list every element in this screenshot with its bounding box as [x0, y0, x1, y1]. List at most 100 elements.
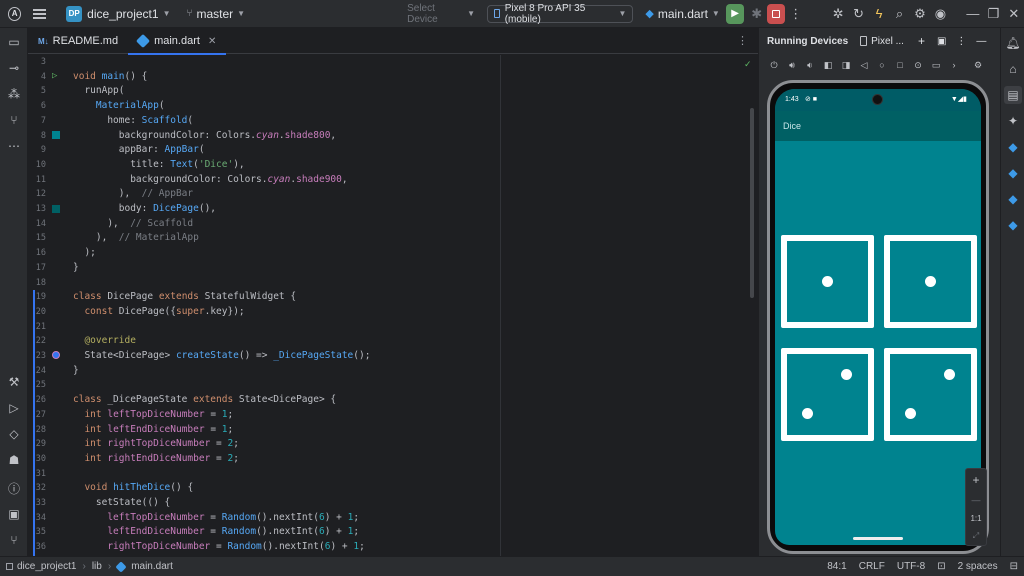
run-config-selector[interactable]: ◆ main.dart ▼ — [639, 0, 725, 28]
project-folder-icon[interactable]: ▭ — [4, 32, 24, 52]
line-number: 30 — [35, 453, 46, 464]
hot-restart-icon[interactable]: ↻ — [848, 3, 868, 25]
zoom-in-button[interactable]: + — [972, 473, 979, 487]
build-icon[interactable]: ⚒ — [4, 372, 24, 392]
die-pip — [925, 276, 936, 287]
commit-icon[interactable]: ⊸ — [4, 58, 24, 78]
gesture-nav-bar[interactable] — [853, 537, 903, 540]
chevron-down-icon: ▼ — [467, 9, 476, 18]
override-gutter-icon[interactable] — [52, 351, 60, 359]
run-tool-icon[interactable]: ▷ — [4, 398, 24, 418]
zoom-actual-size-button[interactable]: 1:1 — [970, 514, 981, 523]
project-selector[interactable]: DP dice_project1 ▼ — [60, 0, 176, 28]
settings-gear-icon[interactable]: ⚙ — [910, 3, 930, 25]
running-devices-tool-icon[interactable]: ▤ — [1004, 86, 1022, 104]
notifications-icon[interactable]: 🔔︎ — [1004, 34, 1022, 52]
tab-readme[interactable]: M↓ README.md — [28, 28, 128, 54]
read-only-toggle-icon[interactable]: ⊟ — [1004, 561, 1024, 572]
lock-icon[interactable]: ⊡ — [931, 561, 951, 572]
record-icon[interactable]: ▭ — [927, 60, 945, 71]
die-left-top[interactable] — [781, 235, 874, 328]
power-icon[interactable]: ⏻ — [765, 60, 783, 71]
resource-manager-icon[interactable]: ⁂ — [4, 84, 24, 104]
hot-reload-icon[interactable]: ϟ — [869, 3, 889, 25]
status-bar: dice_project1 › lib › main.dart 84:1 CRL… — [0, 556, 1024, 576]
hide-panel-icon[interactable]: — — [976, 36, 986, 47]
breadcrumb-file[interactable]: main.dart — [131, 561, 173, 572]
run-gutter-icon[interactable]: ▷ — [52, 72, 60, 81]
more-options-icon[interactable]: ⋮ — [785, 3, 805, 25]
code-area[interactable]: void main() { runApp( MaterialApp( home:… — [73, 55, 753, 556]
line-number-gutter: ▷ 3 4 5 6 7 8 9 10 11 12 13 14 15 16 17 18 19 20 21 22 23 24 2… — [28, 55, 68, 556]
more-tools-icon[interactable]: ⋯ — [4, 136, 24, 156]
logcat-icon[interactable]: ☗ — [4, 450, 24, 470]
debug-icon[interactable]: ✱ — [746, 3, 766, 25]
flutter-performance-icon[interactable]: ◆ — [1004, 164, 1022, 182]
tab-main-dart[interactable]: main.dart ✕ — [128, 28, 227, 55]
bug-icon[interactable]: ✲ — [828, 3, 848, 25]
flutter-outline-icon[interactable]: ◆ — [1004, 190, 1022, 208]
line-number: 15 — [35, 233, 46, 244]
die-left-bottom[interactable] — [781, 348, 874, 441]
terminal-icon[interactable]: ▣ — [4, 504, 24, 524]
editor-scrollbar[interactable] — [750, 108, 754, 298]
flutter-devtools-icon[interactable]: ◆ — [1004, 216, 1022, 234]
indent-setting[interactable]: 2 spaces — [952, 561, 1004, 572]
line-number: 11 — [35, 174, 46, 185]
window-layout-icon[interactable]: ▣ — [937, 36, 946, 47]
zoom-controls: + — 1:1 ⤢ — [965, 468, 987, 546]
device-screen[interactable]: 1:43 ⊘ ■ ▼◢▮ Dice — [775, 89, 981, 545]
main-menu-icon[interactable] — [33, 8, 47, 19]
device-selector[interactable]: Pixel 8 Pro API 35 (mobile) ▼ — [487, 3, 634, 25]
overview-icon[interactable]: □ — [891, 60, 909, 70]
branch-selector[interactable]: ⑂ master ▼ — [180, 0, 251, 28]
close-tab-icon[interactable]: ✕ — [208, 36, 216, 47]
flutter-inspector-icon[interactable]: ◆ — [1004, 138, 1022, 156]
minimize-window-icon[interactable]: — — [963, 3, 983, 25]
select-device-dropdown[interactable]: Select Device ▼ — [401, 0, 481, 28]
tabs-menu-icon[interactable]: ⋮ — [727, 28, 758, 53]
die-right-top[interactable] — [884, 235, 977, 328]
gemini-icon[interactable]: ✦ — [1004, 112, 1022, 130]
caret-position[interactable]: 84:1 — [821, 561, 852, 572]
die-right-bottom[interactable] — [884, 348, 977, 441]
stop-button[interactable] — [766, 3, 786, 24]
color-swatch-icon[interactable] — [52, 205, 60, 213]
line-number: 27 — [35, 409, 46, 420]
problems-icon[interactable]: ⓘ — [4, 478, 24, 498]
screenshot-icon[interactable]: ⊙ — [909, 60, 927, 71]
search-icon[interactable]: ⌕ — [889, 3, 909, 25]
title-bar: A DP dice_project1 ▼ ⑂ master ▼ Select D… — [0, 0, 1024, 28]
markdown-icon: M↓ — [38, 36, 49, 46]
restore-window-icon[interactable]: ❐ — [983, 3, 1003, 25]
line-separator[interactable]: CRLF — [853, 561, 891, 572]
more-options-icon[interactable]: ⋮ — [956, 36, 966, 47]
line-number: 29 — [35, 439, 46, 450]
run-button[interactable]: ▶ — [725, 3, 745, 24]
android-studio-logo-icon[interactable]: A — [8, 6, 22, 21]
back-icon[interactable]: ◁ — [855, 60, 873, 71]
volume-up-icon[interactable]: 🔊︎ — [783, 60, 801, 71]
account-icon[interactable]: ◉ — [930, 3, 950, 25]
more-chevron-icon[interactable]: › — [945, 60, 963, 70]
die-pip — [841, 369, 852, 380]
zoom-fit-icon[interactable]: ⤢ — [973, 531, 979, 541]
device-tab[interactable]: Pixel ... — [860, 36, 904, 47]
close-window-icon[interactable]: ✕ — [1004, 3, 1024, 25]
rotate-left-icon[interactable]: ◧ — [819, 60, 837, 71]
breadcrumb-folder[interactable]: lib — [92, 561, 102, 572]
zoom-out-button[interactable]: — — [972, 495, 981, 505]
breadcrumb-project[interactable]: dice_project1 — [17, 561, 76, 572]
add-device-icon[interactable]: + — [918, 34, 925, 48]
device-settings-icon[interactable]: ⚙ — [969, 60, 987, 71]
version-control-icon[interactable]: ⑂ — [4, 530, 24, 550]
file-encoding[interactable]: UTF-8 — [891, 561, 931, 572]
gem-icon[interactable]: ◇ — [4, 424, 24, 444]
color-swatch-icon[interactable] — [52, 131, 60, 139]
home-icon[interactable]: ○ — [873, 60, 891, 70]
line-number: 14 — [35, 218, 46, 229]
rotate-right-icon[interactable]: ◨ — [837, 60, 855, 71]
volume-down-icon[interactable]: 🔉︎ — [801, 60, 819, 71]
pull-requests-icon[interactable]: ⑂ — [4, 110, 24, 130]
gradle-icon[interactable]: ⌂ — [1004, 60, 1022, 78]
